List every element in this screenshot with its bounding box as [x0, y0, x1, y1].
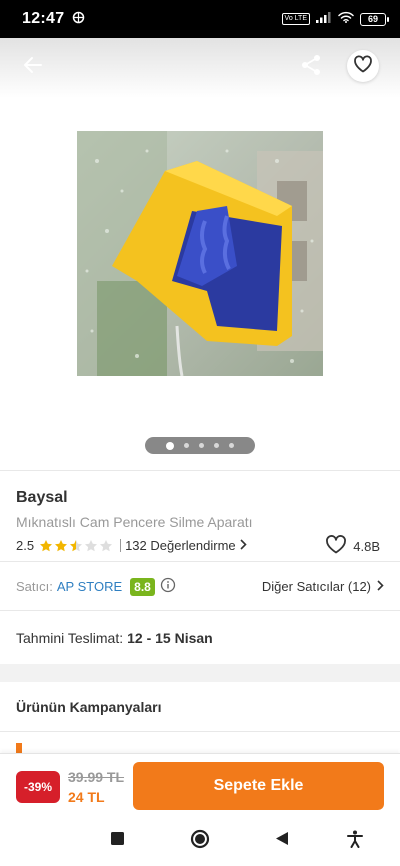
status-bar: 12:47 Vo LTE 69	[0, 0, 400, 38]
recent-apps-button[interactable]	[107, 831, 127, 851]
old-price: 39.99 TL	[68, 769, 125, 785]
status-indicators: Vo LTE 69	[281, 10, 389, 28]
new-price: 24 TL	[68, 789, 105, 805]
notification-icon	[72, 11, 85, 27]
accessibility-button[interactable]	[345, 830, 365, 853]
discount-badge: -39%	[16, 771, 60, 803]
seller-score-badge: 8.8	[130, 577, 155, 596]
share-button[interactable]	[296, 52, 326, 82]
accessibility-icon	[347, 830, 363, 853]
product-gallery[interactable]	[0, 38, 400, 470]
brand-name[interactable]: Baysal	[16, 489, 68, 507]
seller-label: Satıcı:	[16, 579, 53, 594]
campaign-item[interactable]	[0, 733, 400, 753]
pager-dot[interactable]	[229, 443, 234, 448]
product-info: Baysal Mıknatıslı Cam Pencere Silme Apar…	[0, 470, 400, 562]
other-sellers-link[interactable]: Diğer Satıcılar (12)	[262, 579, 384, 594]
pager-dot[interactable]	[214, 443, 219, 448]
favorite-button[interactable]	[347, 50, 379, 82]
header-shade	[0, 38, 400, 98]
divider	[120, 539, 122, 552]
heart-icon	[325, 535, 347, 557]
pager-dot[interactable]	[166, 441, 174, 450]
favorite-count[interactable]: 4.8B	[325, 535, 380, 557]
wifi-icon	[338, 10, 354, 28]
delivery-row: Tahmini Teslimat: 12 - 15 Nisan	[0, 611, 400, 664]
seller-name-link[interactable]: AP STORE	[57, 579, 122, 594]
other-sellers-label: Diğer Satıcılar (12)	[261, 579, 371, 594]
volte-badge: Vo LTE	[281, 13, 310, 25]
rating-value: 2.5	[16, 538, 35, 553]
favorite-count-value: 4.8B	[353, 538, 380, 554]
star-empty-icon	[85, 539, 98, 551]
battery-indicator: 69	[360, 12, 389, 26]
review-count-link[interactable]: 132 Değerlendirme	[125, 538, 236, 553]
share-icon	[300, 54, 322, 81]
signal-icon	[316, 10, 332, 28]
system-nav-bar	[0, 817, 400, 866]
star-empty-icon	[100, 539, 113, 551]
product-image[interactable]	[77, 131, 323, 376]
pager-dot[interactable]	[184, 443, 189, 448]
section-divider	[0, 664, 400, 682]
rating-stars	[39, 539, 113, 553]
campaigns-title: Ürünün Kampanyaları	[16, 698, 162, 715]
star-half-icon	[70, 539, 83, 551]
arrow-left-icon	[23, 56, 43, 79]
rating-row[interactable]: 2.5 132 Değerlendirme	[16, 538, 247, 553]
chevron-right-icon	[240, 538, 247, 553]
purchase-bar: -39% 39.99 TL 24 TL Sepete Ekle	[0, 753, 400, 817]
chevron-right-icon	[377, 579, 384, 594]
delivery-date: 12 - 15 Nisan	[127, 629, 213, 646]
circle-icon	[190, 829, 210, 854]
image-pager[interactable]	[145, 437, 255, 454]
product-title: Mıknatıslı Cam Pencere Silme Aparatı	[16, 514, 253, 530]
campaign-icon	[16, 743, 22, 753]
seller-row: Satıcı: AP STORE 8.8 Diğer Satıcılar (12…	[0, 563, 400, 611]
delivery-label: Tahmini Teslimat:	[16, 629, 124, 646]
campaigns-section: Ürünün Kampanyaları	[0, 682, 400, 732]
pager-dot[interactable]	[199, 443, 204, 448]
star-full-icon	[55, 539, 68, 551]
system-back-button[interactable]	[272, 831, 292, 851]
star-full-icon	[40, 539, 53, 551]
add-to-cart-button[interactable]: Sepete Ekle	[133, 762, 384, 810]
info-icon[interactable]	[160, 577, 176, 596]
status-time: 12:47	[22, 10, 65, 27]
heart-icon	[353, 55, 373, 78]
triangle-icon	[275, 831, 289, 851]
home-button[interactable]	[190, 829, 210, 854]
back-button[interactable]	[18, 52, 48, 82]
square-icon	[110, 832, 124, 850]
